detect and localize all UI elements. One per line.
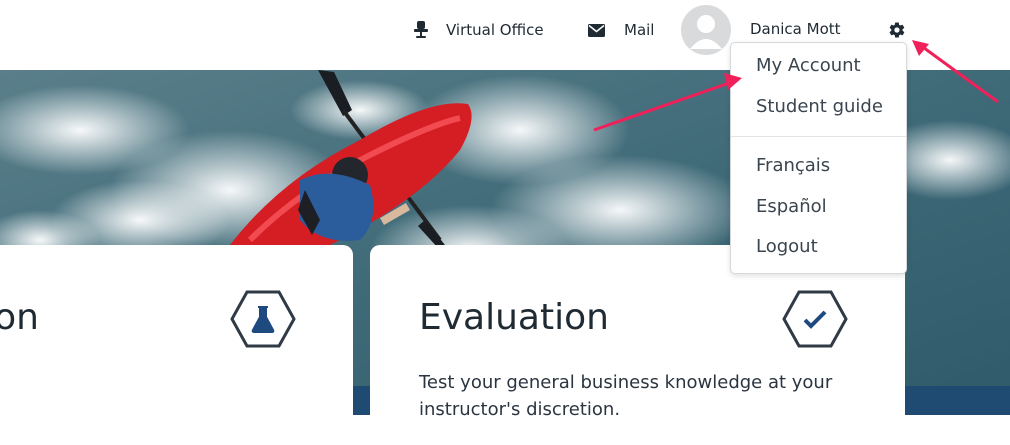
menu-item-logout[interactable]: Logout	[756, 236, 818, 257]
settings-dropdown: My Account Student guide Français Españo…	[730, 42, 907, 274]
course-card-evaluation[interactable]: Evaluation Test your general business kn…	[370, 245, 905, 445]
menu-item-french[interactable]: Français	[756, 155, 830, 176]
gear-icon[interactable]	[888, 21, 906, 39]
mail-link[interactable]: Mail	[588, 18, 654, 42]
card-title: on	[0, 297, 39, 338]
menu-item-my-account[interactable]: My Account	[756, 55, 861, 76]
user-name[interactable]: Danica Mott	[750, 20, 841, 38]
card-title: Evaluation	[419, 297, 609, 338]
menu-divider	[731, 136, 906, 137]
course-card-left[interactable]: on	[0, 245, 353, 445]
avatar[interactable]	[681, 5, 731, 55]
mail-label: Mail	[624, 21, 655, 39]
menu-item-spanish[interactable]: Español	[756, 196, 827, 217]
office-chair-icon	[413, 20, 429, 40]
virtual-office-link[interactable]: Virtual Office	[413, 18, 544, 42]
checkmark-icon	[782, 290, 848, 352]
envelope-icon	[588, 23, 605, 37]
flask-icon	[230, 290, 296, 352]
menu-item-student-guide[interactable]: Student guide	[756, 96, 883, 117]
virtual-office-label: Virtual Office	[446, 21, 544, 39]
